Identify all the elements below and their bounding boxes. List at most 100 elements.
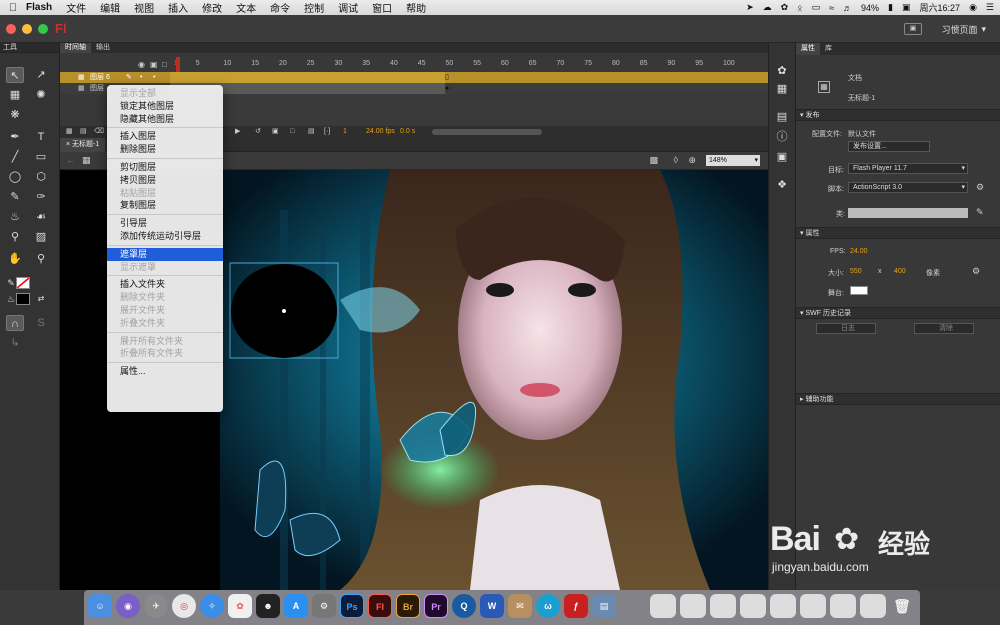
apple-icon[interactable]:  (0, 2, 26, 14)
menu-control[interactable]: 控制 (304, 0, 324, 15)
transform-panel-icon[interactable]: ▣ (775, 151, 789, 163)
ink-bottle-tool-icon[interactable]: ☙ (32, 209, 50, 225)
menu-debug[interactable]: 调试 (338, 0, 358, 15)
layer-name[interactable]: 图层 (90, 83, 104, 94)
visibility-dot[interactable]: • (140, 72, 142, 83)
oval-tool-icon[interactable]: ◯ (6, 169, 24, 185)
clock[interactable]: 周六16:27 (920, 1, 961, 14)
document-thumbnail[interactable] (740, 594, 766, 618)
document-thumbnail[interactable] (770, 594, 796, 618)
menu-insert[interactable]: 插入 (168, 0, 188, 15)
play-icon[interactable]: ▶ (235, 126, 240, 138)
system-preferences-icon[interactable]: ⚙ (312, 594, 336, 618)
document-thumbnail[interactable] (860, 594, 886, 618)
edit-class-icon[interactable]: ✎ (976, 207, 984, 218)
menu-modify[interactable]: 修改 (202, 0, 222, 15)
rectangle-tool-icon[interactable]: ▭ (32, 149, 50, 165)
cloud-icon[interactable]: ☁ (763, 2, 772, 13)
menu-item-insert-folder[interactable]: 插入文件夹 (107, 278, 223, 291)
polystar-tool-icon[interactable]: ⬡ (32, 169, 50, 185)
subselection-tool-icon[interactable]: ↗ (32, 67, 50, 83)
app-store-icon[interactable]: A (284, 594, 308, 618)
stage-color-swatch[interactable] (850, 286, 868, 295)
smooth-icon[interactable]: S (32, 315, 50, 331)
frame-span[interactable] (170, 72, 445, 83)
cat-icon[interactable]: ✿ (781, 2, 789, 13)
document-thumbnail[interactable] (650, 594, 676, 618)
publish-settings-button[interactable]: 发布设置... (848, 141, 930, 152)
end-keyframe[interactable]: ● (445, 83, 449, 94)
transform-point[interactable] (281, 308, 287, 314)
app-menu-flash[interactable]: Flash (26, 2, 52, 13)
onion-skin-icon[interactable]: ▣ (272, 126, 279, 138)
menu-item-add-motion-guide[interactable]: 添加传统运动引导层 (107, 230, 223, 243)
timeline-ruler[interactable]: 1510152025303540455055606570758085909510… (170, 57, 768, 71)
wifi-icon[interactable]: ≈ (829, 3, 834, 13)
frame-rate[interactable]: 24.00 fps (366, 126, 395, 138)
zoom-tool-icon[interactable]: ⚲ (32, 251, 50, 267)
eye-icon[interactable]: ◉ (138, 60, 145, 69)
swatches-panel-icon[interactable]: ▦ (775, 83, 789, 95)
markers-icon[interactable]: [·] (324, 126, 330, 138)
paint-bucket-tool-icon[interactable]: ♨ (6, 209, 24, 225)
swf-history-section-header[interactable]: ▾ SWF 历史记录 (796, 307, 1000, 319)
loop-icon[interactable]: ↺ (255, 126, 261, 138)
tab-output[interactable]: 输出 (91, 43, 115, 53)
target-select[interactable]: Flash Player 11.7 ▾ (848, 163, 968, 174)
menu-item-copy-layers[interactable]: 拷贝图层 (107, 174, 223, 187)
document-thumbnail[interactable] (800, 594, 826, 618)
airplay-icon[interactable]: ▭ (812, 2, 821, 13)
menu-commands[interactable]: 命令 (270, 0, 290, 15)
menu-item-duplicate-layers[interactable]: 复制图层 (107, 199, 223, 212)
input-method-icon[interactable]: ▣ (902, 2, 911, 13)
color-panel-icon[interactable]: ✿ (775, 65, 789, 77)
back-arrow-icon[interactable]: ← (66, 155, 75, 165)
new-layer-icon[interactable]: ▦ (66, 126, 73, 138)
wrench-icon[interactable]: ⚙ (972, 266, 980, 277)
menu-window[interactable]: 窗口 (372, 0, 392, 15)
siri-icon[interactable]: ◉ (116, 594, 140, 618)
end-keyframe[interactable]: ▯ (445, 72, 449, 83)
snap-to-objects-icon[interactable]: ∩ (6, 315, 24, 331)
onion-outline-icon[interactable]: □ (290, 126, 294, 138)
lock-dot[interactable]: • (153, 72, 155, 83)
components-panel-icon[interactable]: ❖ (775, 179, 789, 191)
web-browser-icon[interactable]: ω (536, 594, 560, 618)
menu-item-cut-layers[interactable]: 剪切图层 (107, 161, 223, 174)
new-folder-icon[interactable]: ▤ (80, 126, 87, 138)
safari-icon[interactable]: ✧ (200, 594, 224, 618)
menu-item-hide-others[interactable]: 隐藏其他图层 (107, 113, 223, 126)
launchpad-icon[interactable]: ✈ (144, 594, 168, 618)
tab-properties[interactable]: 属性 (796, 43, 820, 55)
close-icon[interactable]: × (66, 141, 70, 148)
menu-item-mask[interactable]: 遮罩层 (107, 247, 223, 261)
menu-view[interactable]: 视图 (134, 0, 154, 15)
clear-button[interactable]: 清除 (914, 323, 974, 334)
pen-tool-icon[interactable]: ✒ (6, 129, 24, 145)
layer-name[interactable]: 图层 6 (90, 72, 110, 83)
document-thumbnail[interactable] (830, 594, 856, 618)
premiere-icon[interactable]: Pr (424, 594, 448, 618)
bluetooth-icon[interactable]: ᛟ (797, 3, 802, 13)
volume-icon[interactable]: ♬ (843, 3, 852, 13)
battery-icon[interactable]: ▮ (888, 2, 893, 13)
hand-tool-icon[interactable]: ✋ (6, 251, 24, 267)
free-transform-tool-icon[interactable]: ▦ (6, 87, 24, 103)
menu-item-delete-layer[interactable]: 删除图层 (107, 143, 223, 156)
bridge-icon[interactable]: Br (396, 594, 420, 618)
clapper-icon[interactable]: ▩ (649, 155, 658, 166)
document-thumbnail[interactable] (710, 594, 736, 618)
timeline-scrollbar[interactable] (432, 129, 542, 135)
zoom-select[interactable]: 148% ▾ (706, 155, 760, 166)
lock-icon[interactable]: ▣ (150, 60, 158, 69)
archive-icon[interactable]: ✉ (508, 594, 532, 618)
menu-text[interactable]: 文本 (236, 0, 256, 15)
zoom-window-button[interactable] (38, 24, 48, 34)
delete-layer-icon[interactable]: ⌫ (94, 126, 104, 138)
menu-edit[interactable]: 编辑 (100, 0, 120, 15)
accessibility-section-header[interactable]: ▸ 辅助功能 (796, 393, 1000, 405)
menu-file[interactable]: 文件 (66, 0, 86, 15)
fps-value[interactable]: 24.00 (850, 248, 868, 255)
pencil-tool-icon[interactable]: ✎ (6, 189, 24, 205)
tab-timeline[interactable]: 时间轴 (60, 43, 91, 53)
